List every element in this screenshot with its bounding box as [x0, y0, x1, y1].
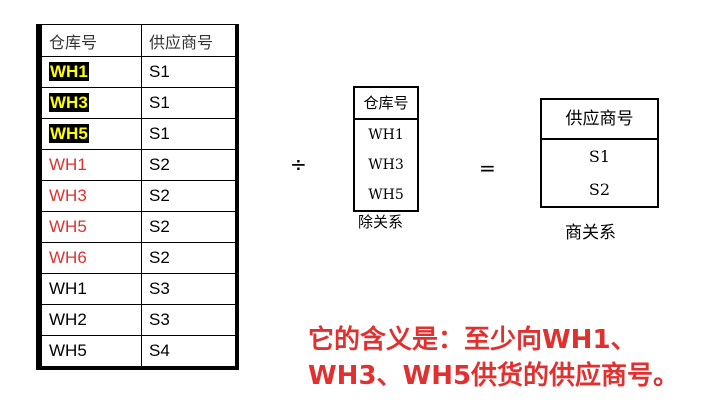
- quotient-row: S2: [588, 180, 611, 199]
- supplier-cell: S2: [141, 180, 236, 212]
- table-row: WH5 S4: [41, 335, 236, 367]
- warehouse-cell: WH5: [41, 211, 142, 243]
- warehouse-value: WH6: [49, 248, 87, 267]
- warehouse-cell: WH3: [41, 180, 142, 212]
- note-line-1: 它的含义是：至少向WH1、: [308, 325, 637, 355]
- divisor-header: 仓库号: [355, 88, 417, 120]
- dividend-table-grid: 仓库号 供应商号 WH1 S1 WH3 S1 WH5 S1 WH1 S2 WH3 S2 WH5 S2 W…: [41, 24, 236, 367]
- warehouse-value: WH3: [49, 93, 89, 112]
- warehouse-cell: WH3: [41, 87, 142, 119]
- supplier-cell: S1: [141, 118, 236, 150]
- quotient-row: S1: [588, 147, 611, 166]
- divisor-row: WH3: [368, 157, 404, 173]
- warehouse-cell: WH1: [41, 273, 142, 305]
- divisor-row: WH1: [368, 127, 404, 143]
- warehouse-cell: WH1: [41, 149, 142, 181]
- table-row: WH5 S1: [41, 118, 236, 150]
- table-row: WH1 S1: [41, 56, 236, 88]
- table-row: WH1 S3: [41, 273, 236, 305]
- supplier-cell: S1: [141, 87, 236, 119]
- warehouse-value: WH5: [49, 124, 89, 143]
- warehouse-value: WH1: [49, 155, 87, 174]
- warehouse-value: WH3: [49, 186, 87, 205]
- warehouse-cell: WH6: [41, 242, 142, 274]
- supplier-cell: S4: [141, 335, 236, 367]
- quotient-table: 供应商号 S1 S2: [540, 98, 659, 208]
- equals-operator: =: [479, 156, 496, 180]
- quotient-caption: 商关系: [565, 223, 616, 243]
- explanation-note: 它的含义是：至少向WH1、 WH3、WH5供货的供应商号。: [308, 322, 713, 394]
- table-row: WH1 S2: [41, 149, 236, 181]
- note-line-2: WH3、WH5供货的供应商号。: [308, 361, 680, 391]
- divisor-row: WH5: [368, 187, 404, 203]
- warehouse-cell: WH1: [41, 56, 142, 88]
- header-supplier: 供应商号: [141, 24, 236, 57]
- table-row: WH2 S3: [41, 304, 236, 336]
- warehouse-value: WH5: [49, 217, 87, 236]
- warehouse-value: WH1: [49, 279, 87, 298]
- warehouse-value: WH1: [49, 62, 89, 81]
- warehouse-value: WH2: [49, 310, 87, 329]
- warehouse-cell: WH5: [41, 118, 142, 150]
- divisor-table: 仓库号 WH1 WH3 WH5: [353, 86, 419, 212]
- supplier-cell: S2: [141, 242, 236, 274]
- table-row: WH5 S2: [41, 211, 236, 243]
- quotient-header: 供应商号: [542, 100, 657, 140]
- table-row: WH3 S1: [41, 87, 236, 119]
- supplier-cell: S3: [141, 273, 236, 305]
- table-row: WH3 S2: [41, 180, 236, 212]
- divisor-caption: 除关系: [358, 213, 404, 231]
- header-warehouse: 仓库号: [41, 24, 142, 57]
- divide-operator: ÷: [290, 152, 307, 176]
- warehouse-cell: WH5: [41, 335, 142, 367]
- warehouse-cell: WH2: [41, 304, 142, 336]
- supplier-cell: S2: [141, 211, 236, 243]
- supplier-cell: S2: [141, 149, 236, 181]
- table-header-row: 仓库号 供应商号: [41, 24, 236, 57]
- table-row: WH6 S2: [41, 242, 236, 274]
- supplier-cell: S3: [141, 304, 236, 336]
- supplier-cell: S1: [141, 56, 236, 88]
- dividend-table: 仓库号 供应商号 WH1 S1 WH3 S1 WH5 S1 WH1 S2 WH3 S2 WH5 S2 W…: [36, 24, 239, 370]
- warehouse-value: WH5: [49, 341, 87, 360]
